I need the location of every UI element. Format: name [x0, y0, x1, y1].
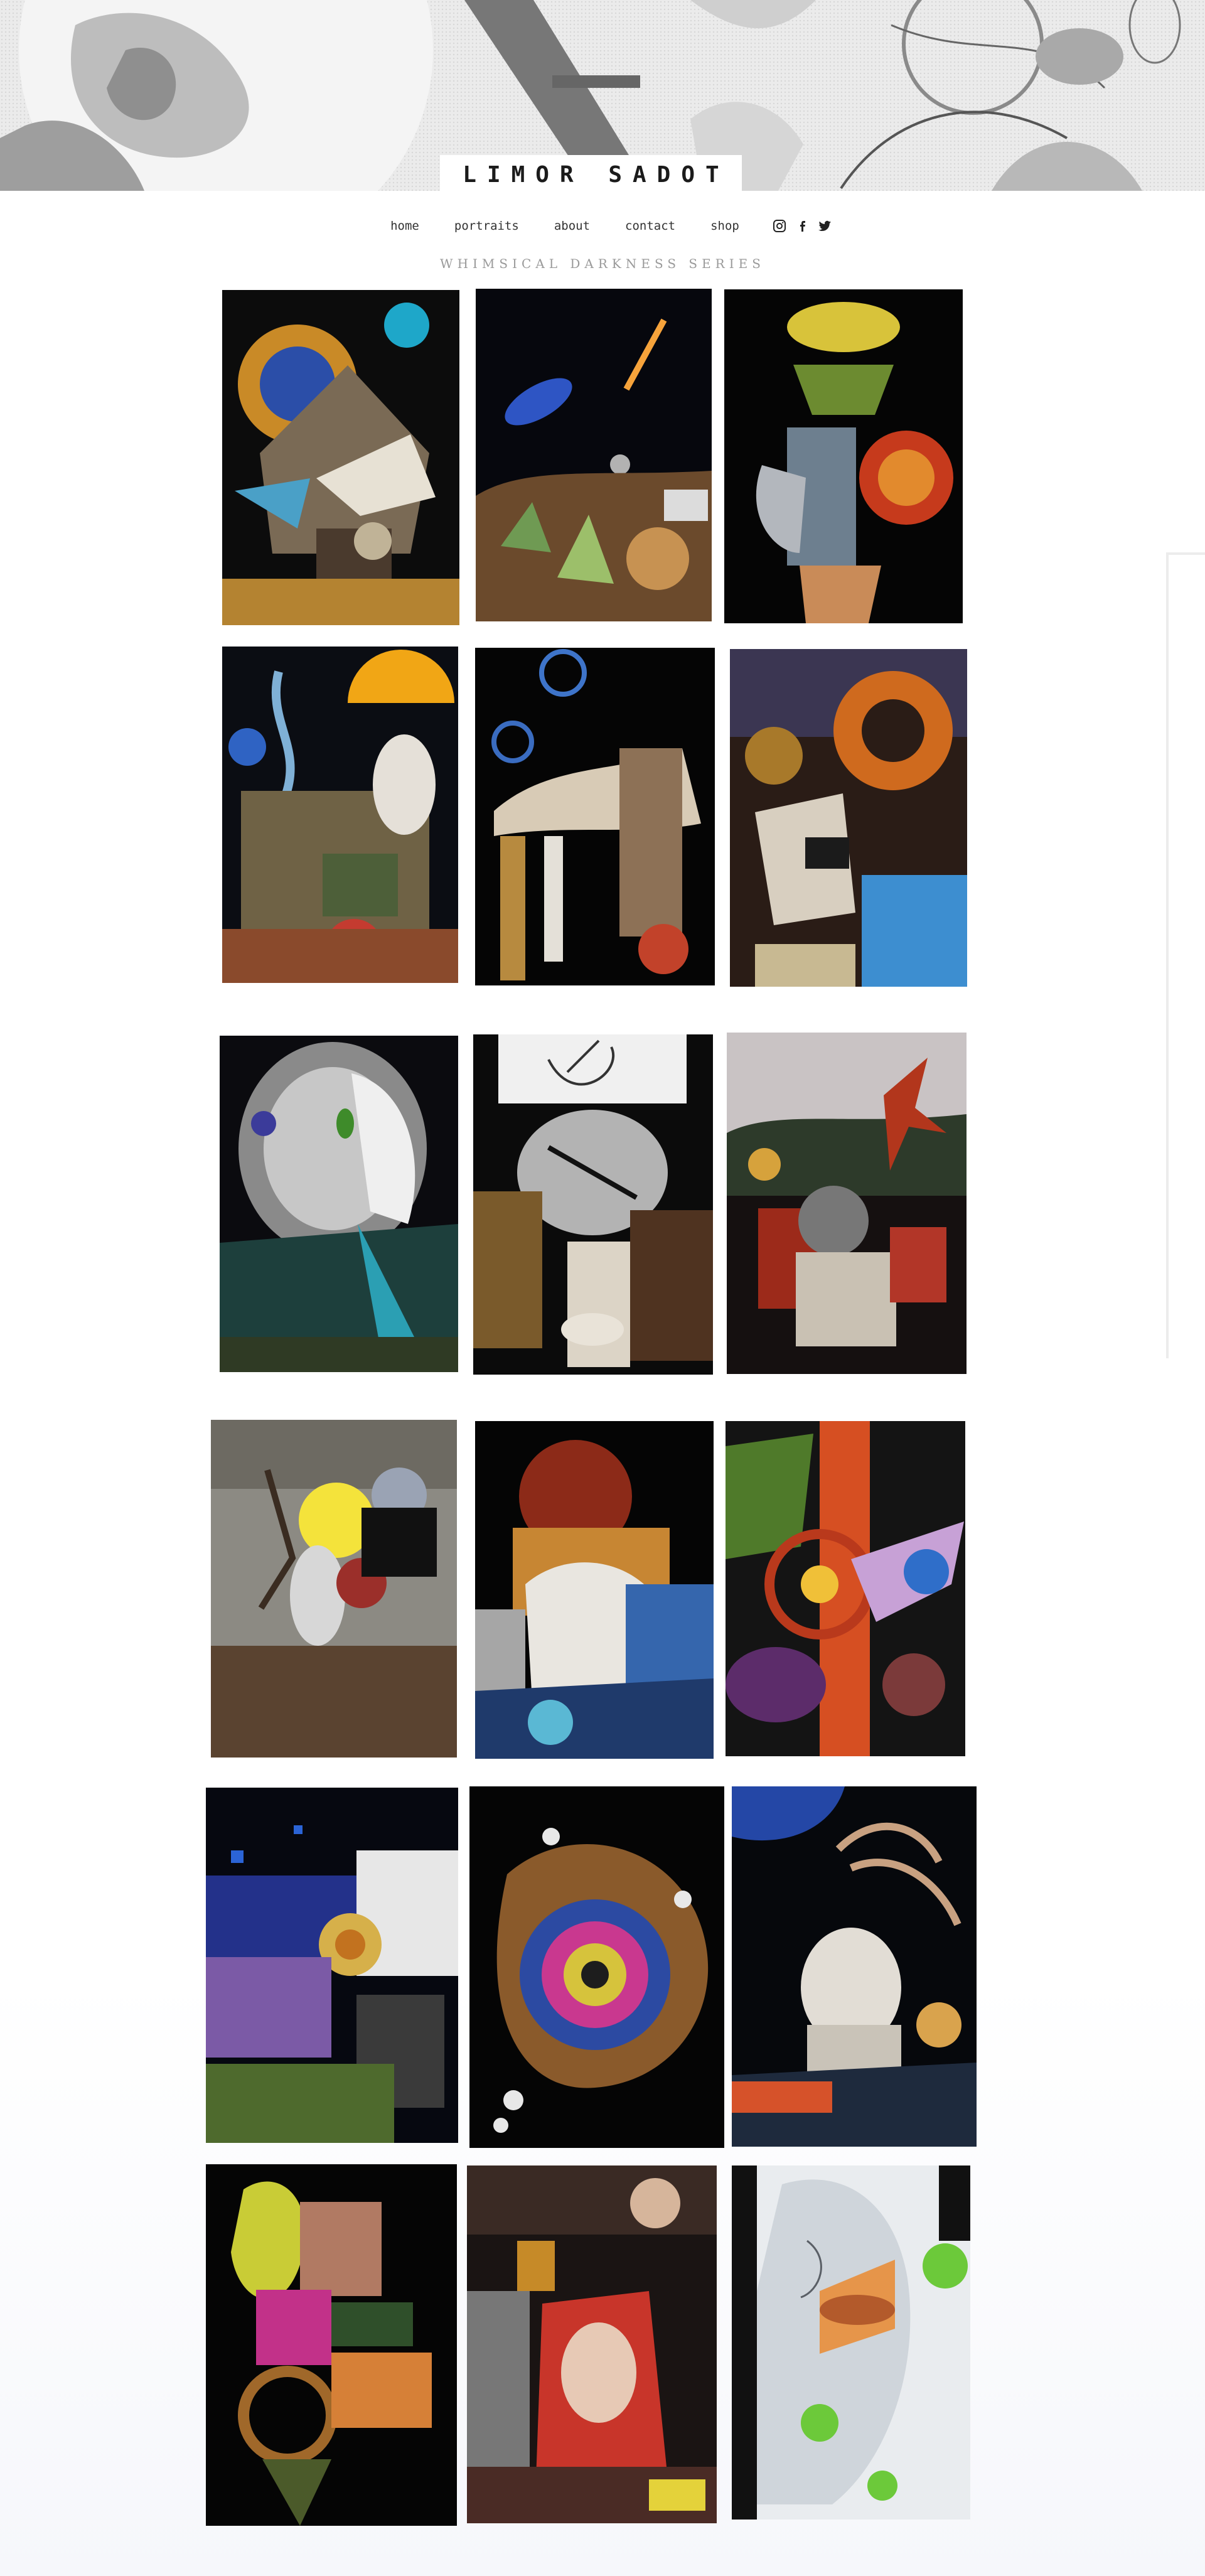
artwork-tile[interactable]	[222, 647, 458, 983]
artwork-tile[interactable]	[473, 1034, 713, 1375]
artwork-tile[interactable]	[469, 1786, 724, 2148]
artwork-tile[interactable]	[730, 649, 967, 987]
artwork-tile[interactable]	[732, 1786, 977, 2147]
artwork-tile[interactable]	[220, 1036, 458, 1372]
nav-shop[interactable]: shop	[710, 219, 739, 233]
header-banner: LIMOR SADOT	[0, 0, 1205, 191]
artwork-tile[interactable]	[206, 2164, 457, 2526]
nav-contact[interactable]: contact	[625, 219, 675, 233]
artwork-tile[interactable]	[206, 1788, 458, 2143]
instagram-icon[interactable]	[772, 218, 787, 233]
artwork-tile[interactable]	[727, 1033, 967, 1374]
nav-home[interactable]: home	[390, 219, 419, 233]
nav-about[interactable]: about	[554, 219, 590, 233]
artwork-tile[interactable]	[475, 648, 715, 985]
facebook-icon[interactable]	[795, 218, 810, 233]
artwork-tile[interactable]	[222, 290, 459, 625]
artwork-tile[interactable]	[724, 289, 963, 623]
artwork-tile[interactable]	[732, 2165, 970, 2520]
artwork-tile[interactable]	[726, 1421, 965, 1756]
artwork-tile[interactable]	[476, 289, 712, 621]
main-nav: home portraits about contact shop	[0, 213, 1205, 239]
site-brand-title[interactable]: LIMOR SADOT	[440, 155, 742, 191]
nav-portraits[interactable]: portraits	[454, 219, 519, 233]
series-title: WHIMSICAL DARKNESS SERIES	[440, 256, 765, 271]
scroll-marker	[1166, 552, 1205, 1358]
social-links	[772, 218, 832, 233]
artwork-tile[interactable]	[211, 1420, 457, 1758]
twitter-icon[interactable]	[817, 218, 832, 233]
artwork-tile[interactable]	[475, 1421, 714, 1759]
artwork-tile[interactable]	[467, 2165, 717, 2523]
